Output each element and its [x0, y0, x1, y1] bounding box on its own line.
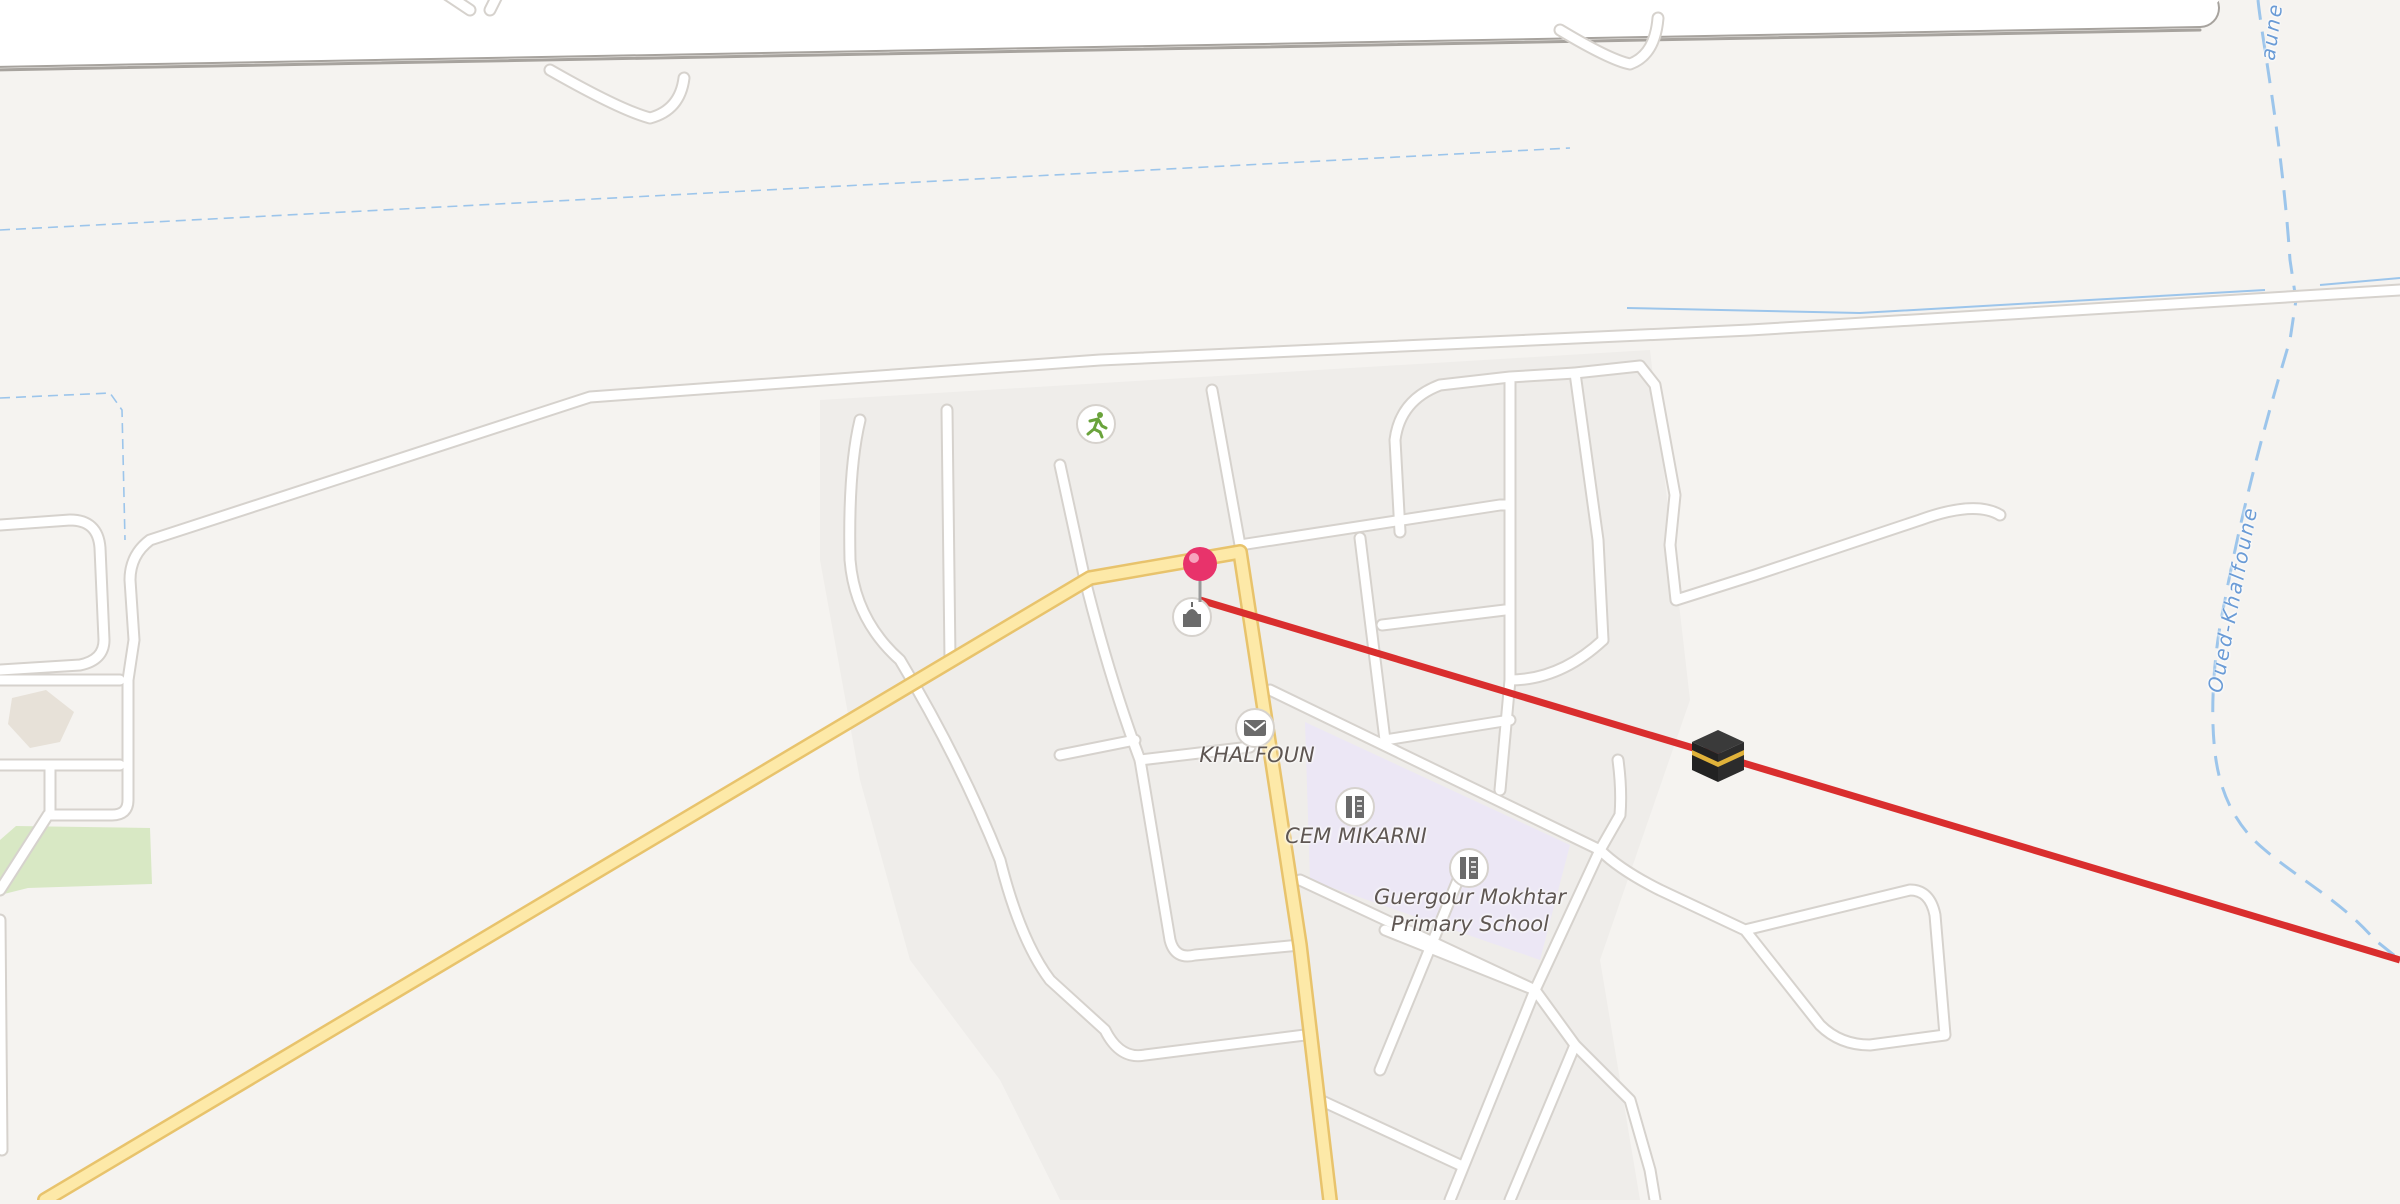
locality-label: KHALFOUN	[1199, 743, 1315, 767]
school-label: Guergour Mokhtar Primary School	[1373, 885, 1567, 936]
school-icon[interactable]	[1335, 787, 1375, 827]
running-person-icon[interactable]	[1076, 404, 1116, 444]
mosque-icon[interactable]	[1172, 597, 1212, 637]
school-label: CEM MIKARNI	[1285, 824, 1427, 848]
map-canvas[interactable]: KHALFOUN CEM MIKARNI Guergour Mokhtar Pr…	[0, 0, 2400, 1204]
school-icon[interactable]	[1449, 848, 1489, 888]
